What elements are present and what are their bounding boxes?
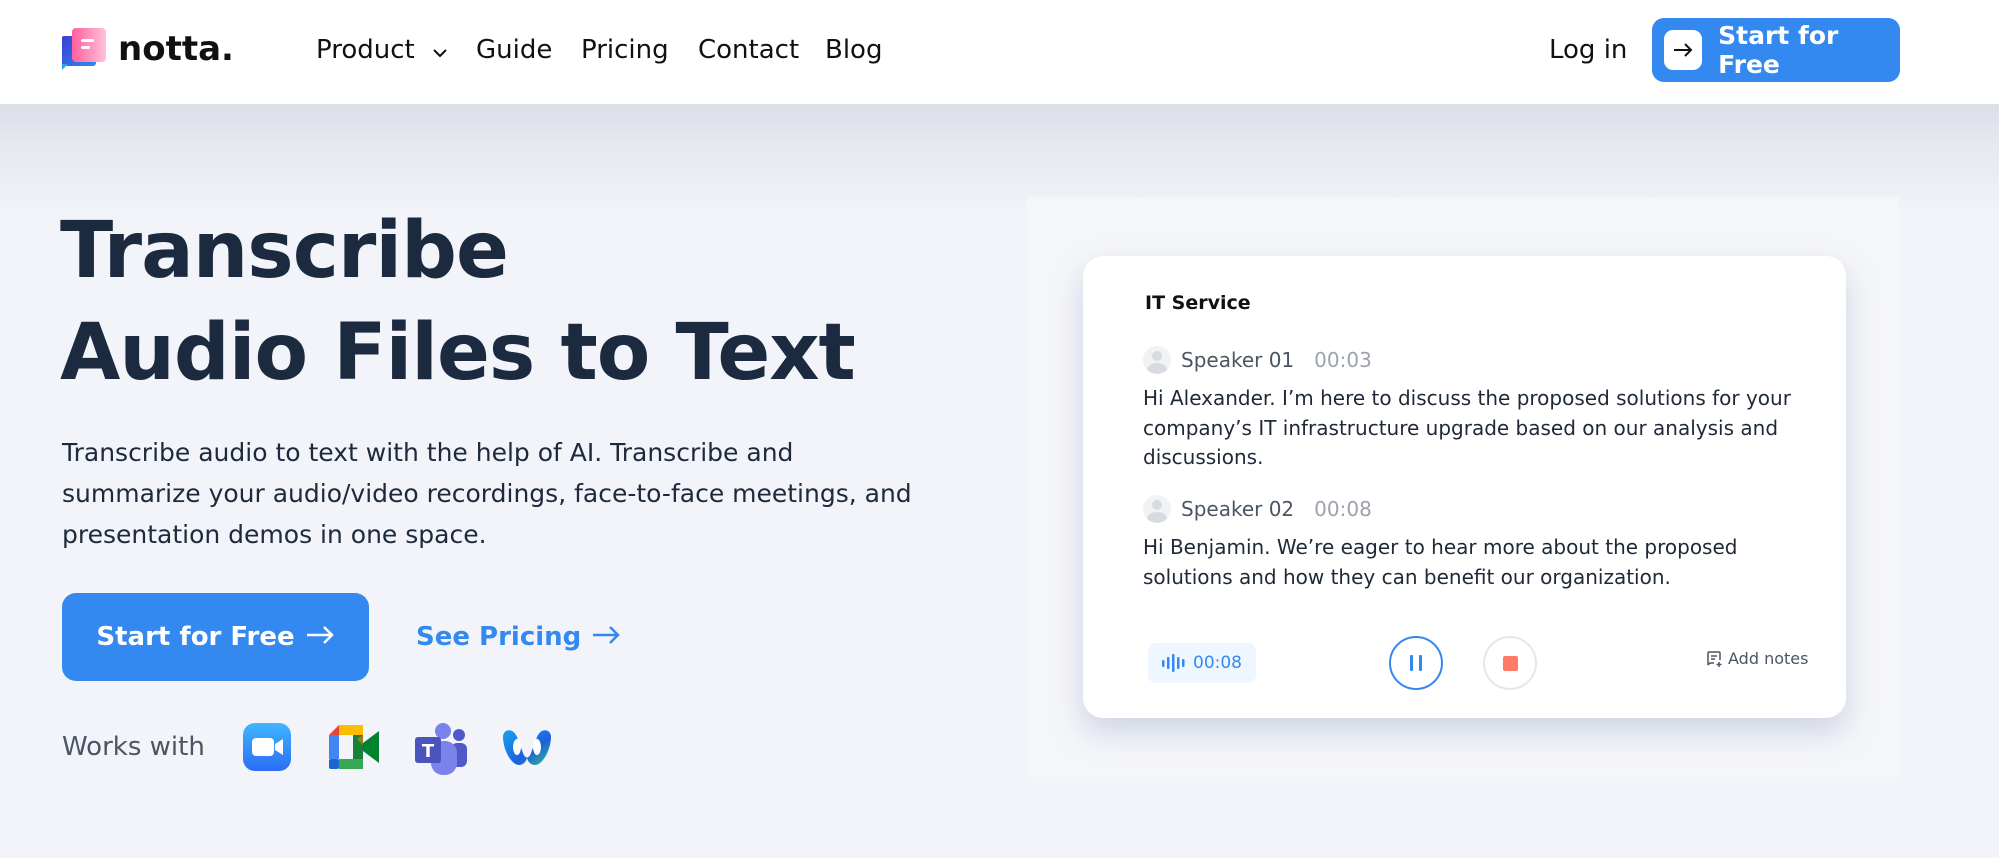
webex-icon — [499, 721, 551, 773]
brand-name: notta. — [118, 29, 234, 69]
see-pricing-link[interactable]: See Pricing — [416, 593, 621, 681]
nav-contact[interactable]: Contact — [698, 30, 799, 70]
notta-logo-icon — [60, 26, 108, 72]
nav-guide[interactable]: Guide — [476, 30, 552, 70]
hero-title-line2: Audio Files to Text — [60, 308, 856, 398]
see-pricing-label: See Pricing — [416, 622, 582, 652]
arrow-right-icon — [591, 622, 621, 652]
speaker-header: Speaker 01 00:03 — [1143, 346, 1372, 374]
utterance-text: Hi Benjamin. We’re eager to hear more ab… — [1143, 535, 1738, 589]
hero-title-line1: Transcribe — [60, 206, 509, 296]
pause-icon — [1410, 655, 1413, 671]
speaker-avatar-icon — [1143, 346, 1171, 374]
stop-button[interactable] — [1483, 636, 1537, 690]
zoom-icon — [241, 721, 293, 773]
stop-icon — [1502, 655, 1518, 671]
works-with: Works with T — [62, 721, 585, 775]
start-free-button[interactable]: Start for Free — [62, 593, 369, 681]
svg-text:T: T — [422, 741, 435, 762]
utterance-text: Hi Alexander. I’m here to discuss the pr… — [1143, 386, 1791, 469]
pause-button[interactable] — [1389, 636, 1443, 690]
transcript-title: IT Service — [1145, 292, 1251, 314]
arrow-right-icon — [305, 622, 335, 652]
recording-time: 00:08 — [1193, 653, 1242, 673]
login-link[interactable]: Log in — [1549, 30, 1627, 70]
add-notes-button[interactable]: Add notes — [1705, 649, 1808, 668]
speaker-timestamp[interactable]: 00:08 — [1314, 497, 1372, 521]
works-with-label: Works with — [62, 732, 205, 762]
nav-product-label: Product — [316, 35, 415, 65]
add-note-icon — [1705, 650, 1723, 668]
transcript-card: IT Service Speaker 01 00:03 Hi Alexander… — [1083, 256, 1846, 718]
header-cta-label: Start for Free — [1718, 21, 1839, 79]
nav-blog[interactable]: Blog — [825, 30, 882, 70]
microsoft-teams-icon: T — [413, 721, 467, 775]
notta-logo[interactable]: notta. — [60, 26, 234, 72]
speaker-header: Speaker 02 00:08 — [1143, 495, 1372, 523]
google-meet-icon — [327, 721, 379, 773]
nav-product[interactable]: Product — [316, 30, 449, 71]
speaker-avatar-icon — [1143, 495, 1171, 523]
nav-pricing[interactable]: Pricing — [581, 30, 669, 70]
hero-title: Transcribe Audio Files to Text — [60, 200, 856, 404]
hero-description: Transcribe audio to text with the help o… — [62, 438, 912, 549]
site-header: notta. Product Guide Pricing Contact Blo… — [0, 0, 1999, 104]
header-start-free-button[interactable]: Start for Free — [1652, 18, 1900, 82]
start-free-label: Start for Free — [96, 622, 295, 652]
speaker-timestamp[interactable]: 00:03 — [1314, 348, 1372, 372]
waveform-icon — [1161, 653, 1187, 673]
speaker-name: Speaker 02 — [1181, 497, 1295, 521]
speaker-name: Speaker 01 — [1181, 348, 1295, 372]
recording-timer: 00:08 — [1148, 643, 1256, 683]
chevron-down-icon — [431, 31, 449, 71]
arrow-right-icon — [1664, 30, 1703, 70]
add-notes-label: Add notes — [1728, 649, 1809, 668]
